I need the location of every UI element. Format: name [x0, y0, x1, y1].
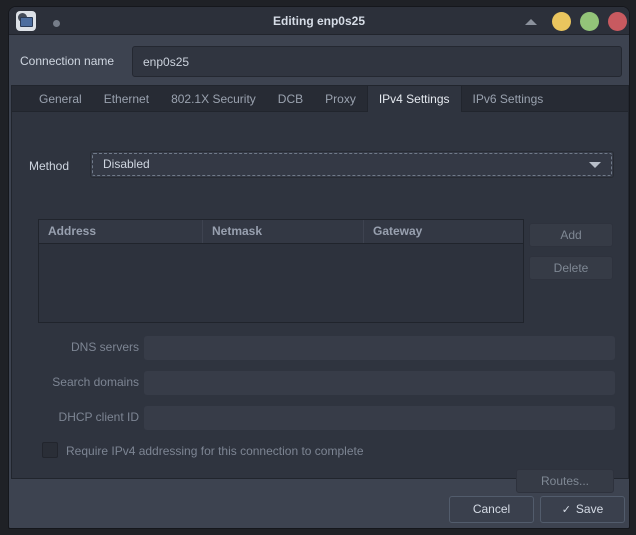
tab-dcb[interactable]: DCB — [267, 86, 314, 111]
dhcp-client-id-input — [144, 406, 615, 430]
table-header-row: Address Netmask Gateway — [39, 220, 523, 244]
search-domains-label: Search domains — [52, 375, 139, 389]
tab-8021x-security[interactable]: 802.1X Security — [160, 86, 267, 111]
save-button-label: Save — [575, 502, 604, 516]
dns-servers-label: DNS servers — [70, 340, 139, 354]
addresses-table[interactable]: Address Netmask Gateway — [38, 219, 524, 323]
dns-servers-input — [144, 336, 615, 360]
titlebar-dot-icon — [53, 20, 60, 27]
method-dropdown[interactable]: Disabled — [90, 151, 614, 178]
require-ipv4-checkbox[interactable] — [42, 442, 58, 458]
dialog-window: Editing enp0s25 Connection name General … — [8, 6, 630, 529]
routes-button[interactable]: Routes... — [516, 469, 614, 493]
ipv4-settings-page: Method Disabled Address Netmask Gateway … — [12, 113, 628, 493]
connection-name-input[interactable] — [132, 46, 622, 77]
settings-notebook: General Ethernet 802.1X Security DCB Pro… — [11, 85, 629, 493]
cancel-button[interactable]: Cancel — [449, 496, 534, 523]
titlebar[interactable]: Editing enp0s25 — [9, 7, 629, 35]
focus-ring — [92, 153, 612, 176]
search-domains-input — [144, 371, 615, 395]
shade-triangle-icon[interactable] — [525, 19, 537, 25]
require-ipv4-checkbox-label: Require IPv4 addressing for this connect… — [66, 444, 364, 458]
tab-general[interactable]: General — [28, 86, 93, 111]
monitor-icon — [20, 17, 33, 27]
column-header-address[interactable]: Address — [39, 220, 203, 243]
method-selected-value: Disabled — [103, 157, 150, 171]
tab-proxy[interactable]: Proxy — [314, 86, 367, 111]
tab-strip: General Ethernet 802.1X Security DCB Pro… — [12, 86, 628, 112]
column-header-gateway[interactable]: Gateway — [364, 220, 523, 243]
connection-name-label: Connection name — [20, 54, 115, 68]
dhcp-client-id-label: DHCP client ID — [58, 410, 139, 424]
column-header-netmask[interactable]: Netmask — [203, 220, 364, 243]
add-button[interactable]: Add — [529, 223, 613, 247]
close-button[interactable] — [608, 12, 627, 31]
delete-button[interactable]: Delete — [529, 256, 613, 280]
tab-ethernet[interactable]: Ethernet — [93, 86, 160, 111]
network-settings-app-icon — [16, 11, 36, 31]
method-label: Method — [29, 159, 70, 173]
tab-ipv4-settings[interactable]: IPv4 Settings — [366, 86, 462, 112]
save-button[interactable]: ✓ Save — [540, 496, 625, 523]
checkmark-icon: ✓ — [561, 504, 571, 516]
tab-ipv6-settings[interactable]: IPv6 Settings — [462, 86, 555, 111]
chevron-down-icon — [589, 162, 601, 168]
minimize-button[interactable] — [552, 12, 571, 31]
maximize-button[interactable] — [580, 12, 599, 31]
